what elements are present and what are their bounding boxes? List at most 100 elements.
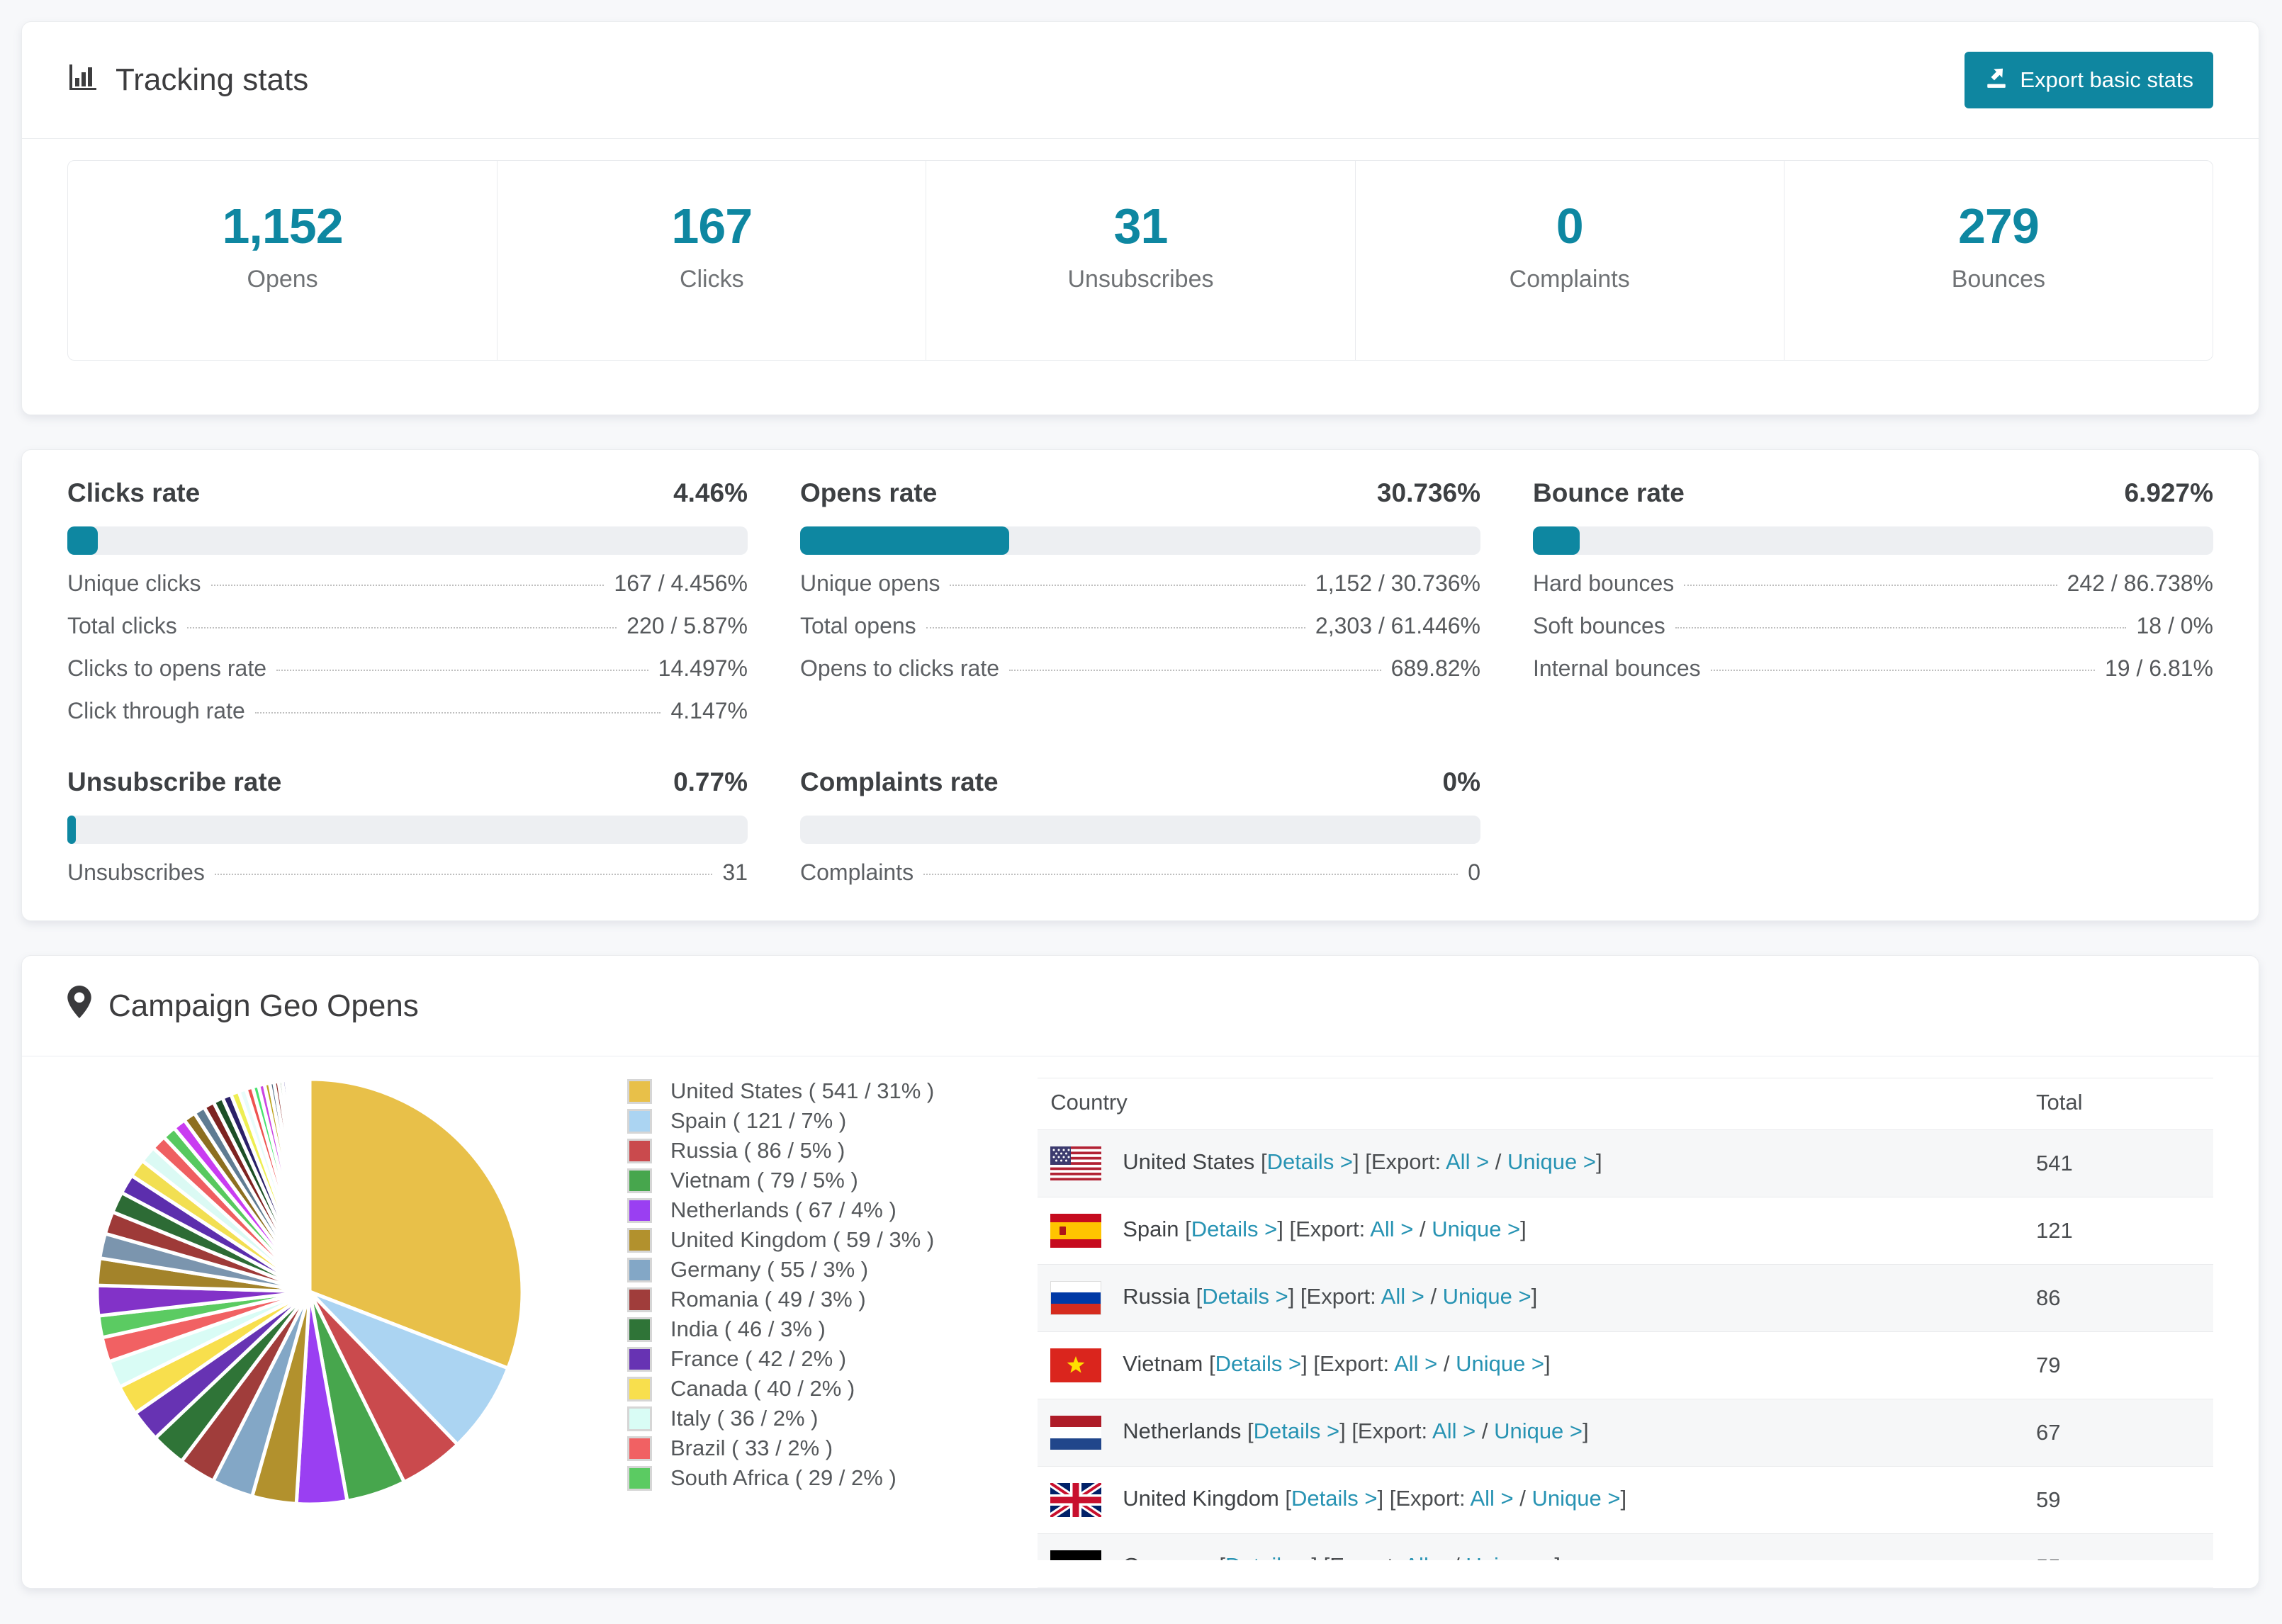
pie-slice	[307, 1077, 312, 1292]
summary-cell-bounces: 279 Bounces	[1783, 161, 2213, 360]
export-unique-link[interactable]: Unique >	[1443, 1284, 1531, 1309]
rate-detail-row: Opens to clicks rate 689.82%	[800, 655, 1480, 682]
dotted-leader	[186, 627, 617, 628]
summary-cell-opens: 1,152 Opens	[68, 161, 497, 360]
summary-wrap: 1,152 Opens 167 Clicks 31 Unsubscribes 0 Compla…	[22, 139, 2259, 415]
export-all-link[interactable]: All >	[1394, 1351, 1437, 1376]
rate-section-title: Complaints rate	[800, 767, 999, 796]
legend-item: Vietnam ( 79 / 5% )	[627, 1166, 934, 1195]
dotted-leader	[1684, 585, 2057, 586]
legend-item: Italy ( 36 / 2% )	[627, 1404, 934, 1433]
rate-detail-label: Clicks to opens rate	[67, 655, 267, 681]
export-unique-link[interactable]: Unique >	[1432, 1217, 1520, 1241]
rate-detail-label: Total opens	[800, 613, 916, 638]
progress-bar	[67, 816, 748, 844]
summary-value: 0	[1556, 198, 1584, 254]
geo-body: United States ( 541 / 31% ) Spain ( 121 /…	[22, 1056, 2259, 1588]
summary-label: Bounces	[1951, 266, 2046, 293]
rate-section: Opens rate 30.736% Unique opens 1,152 / 30.…	[800, 478, 1480, 725]
dotted-leader	[254, 712, 661, 714]
details-link[interactable]: Details >	[1202, 1284, 1288, 1309]
details-link[interactable]: Details >	[1215, 1351, 1301, 1376]
country-column-header: Country	[1038, 1078, 2036, 1130]
legend-item: France ( 42 / 2% )	[627, 1344, 934, 1374]
summary-value: 167	[671, 198, 753, 254]
rate-detail-value: 167 / 4.456%	[614, 570, 748, 596]
export-all-link[interactable]: All >	[1432, 1419, 1476, 1443]
legend-item: United States ( 541 / 31% )	[627, 1076, 934, 1106]
export-unique-link[interactable]: Unique >	[1507, 1149, 1596, 1174]
country-cell: Spain [Details >] [Export: All > / Uniqu…	[1038, 1197, 2036, 1265]
rate-detail-value: 18 / 0%	[2136, 613, 2213, 638]
flag-icon-nl	[1050, 1416, 1102, 1450]
export-all-link[interactable]: All >	[1470, 1486, 1513, 1511]
total-cell: 121	[2036, 1218, 2073, 1243]
rate-detail-value: 14.497%	[658, 655, 748, 681]
progress-bar-fill	[67, 526, 98, 555]
table-row: Netherlands [Details >] [Export: All > /…	[1038, 1399, 2213, 1467]
dotted-leader	[276, 670, 648, 671]
export-all-link[interactable]: All >	[1381, 1284, 1424, 1309]
geo-header: Campaign Geo Opens	[22, 956, 2259, 1056]
legend-label: Brazil ( 33 / 2% )	[670, 1436, 833, 1460]
progress-bar	[1533, 526, 2213, 555]
total-cell: 86	[2036, 1285, 2061, 1310]
progress-bar-fill	[67, 816, 76, 844]
export-all-link[interactable]: All >	[1446, 1149, 1489, 1174]
dotted-leader	[1675, 627, 2127, 628]
rate-detail-label: Opens to clicks rate	[800, 655, 999, 681]
rate-detail-value: 689.82%	[1390, 655, 1480, 681]
country-cell: Netherlands [Details >] [Export: All > /…	[1038, 1399, 2036, 1467]
rate-detail-row: Total clicks 220 / 5.87%	[67, 613, 748, 640]
rate-section-title: Opens rate	[800, 478, 938, 507]
details-link[interactable]: Details >	[1267, 1149, 1353, 1174]
details-link[interactable]: Details >	[1254, 1419, 1339, 1443]
rate-detail-row: Unsubscribes 31	[67, 859, 748, 886]
legend-label: Netherlands ( 67 / 4% )	[670, 1197, 896, 1222]
summary-cell-clicks: 167 Clicks	[497, 161, 926, 360]
summary-label: Clicks	[679, 266, 744, 293]
country-name: Netherlands	[1123, 1419, 1242, 1444]
total-cell: 67	[2036, 1420, 2061, 1445]
rate-detail-label: Soft bounces	[1533, 613, 1665, 638]
progress-bar-fill	[1533, 526, 1580, 555]
legend-item: Canada ( 40 / 2% )	[627, 1374, 934, 1404]
progress-bar	[800, 526, 1480, 555]
legend-label: United Kingdom ( 59 / 3% )	[670, 1227, 935, 1252]
rate-section-title: Bounce rate	[1533, 478, 1685, 507]
dotted-leader	[926, 627, 1305, 628]
geo-pie-chart	[86, 1056, 553, 1516]
rate-detail-row: Total opens 2,303 / 61.446%	[800, 613, 1480, 640]
export-unique-link[interactable]: Unique >	[1531, 1486, 1620, 1511]
rate-detail-value: 1,152 / 30.736%	[1315, 570, 1480, 596]
total-cell: 59	[2036, 1487, 2061, 1512]
legend-label: Russia ( 86 / 5% )	[670, 1138, 845, 1163]
rate-section-value: 30.736%	[1376, 478, 1480, 507]
legend-item: Spain ( 121 / 7% )	[627, 1106, 934, 1136]
legend-swatch	[627, 1436, 652, 1461]
summary-grid: 1,152 Opens 167 Clicks 31 Unsubscribes 0 Compla…	[67, 160, 2213, 361]
export-all-link[interactable]: All >	[1370, 1217, 1413, 1241]
legend-swatch	[627, 1168, 652, 1193]
export-unique-link[interactable]: Unique >	[1494, 1419, 1583, 1443]
legend-swatch	[627, 1227, 652, 1253]
country-name: Spain	[1123, 1217, 1179, 1242]
rate-detail-label: Internal bounces	[1533, 655, 1701, 681]
geo-legend: United States ( 541 / 31% ) Spain ( 121 /…	[627, 1056, 934, 1493]
rate-detail-row: Clicks to opens rate 14.497%	[67, 655, 748, 682]
details-link[interactable]: Details >	[1191, 1217, 1277, 1241]
details-link[interactable]: Details >	[1291, 1486, 1377, 1511]
legend-swatch	[627, 1465, 652, 1491]
summary-label: Complaints	[1509, 266, 1630, 293]
total-column-header: Total	[2036, 1078, 2213, 1130]
dotted-leader	[1710, 670, 2095, 671]
legend-label: India ( 46 / 3% )	[670, 1316, 826, 1341]
rate-detail-row: Internal bounces 19 / 6.81%	[1533, 655, 2213, 682]
rate-detail-label: Hard bounces	[1533, 570, 1675, 596]
tracking-stats-header: Tracking stats Export basic stats	[22, 22, 2259, 138]
legend-label: Spain ( 121 / 7% )	[670, 1108, 847, 1133]
page: Tracking stats Export basic stats 1,152 O…	[0, 0, 2282, 1589]
dotted-leader	[950, 585, 1305, 586]
export-unique-link[interactable]: Unique >	[1456, 1351, 1544, 1376]
export-basic-stats-button[interactable]: Export basic stats	[1965, 52, 2213, 108]
